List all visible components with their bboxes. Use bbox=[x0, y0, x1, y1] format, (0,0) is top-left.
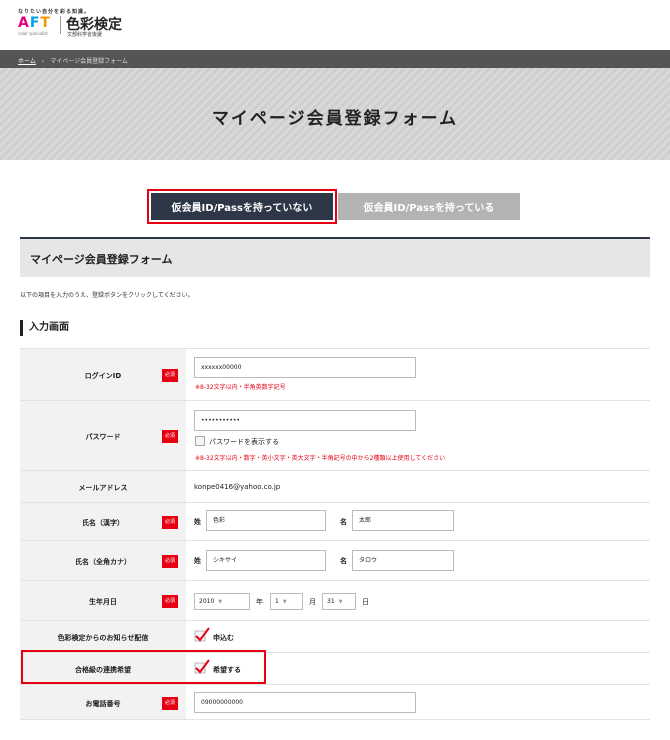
logo-ministry: 文部科学省後援 bbox=[67, 32, 103, 38]
birth-month-select[interactable]: 1 ▼ bbox=[270, 593, 303, 610]
form-intro-text: 以下の項目を入力のうえ、登録ボタンをクリックしてください。 bbox=[20, 292, 194, 299]
hero-banner: マイページ会員登録フォーム bbox=[0, 68, 670, 160]
logo-divider bbox=[60, 16, 61, 34]
birthday-row: 生年月日 必須 2010 ▼ 年 1 ▼ 月 31 ▼ 日 bbox=[20, 580, 650, 620]
newsletter-checkbox-check-icon[interactable] bbox=[194, 627, 210, 643]
sei-label: 姓 bbox=[194, 518, 201, 526]
year-unit: 年 bbox=[256, 598, 263, 606]
phone-row: お電話番号 必須 09000000000 bbox=[20, 684, 650, 720]
form-title: マイページ会員登録フォーム bbox=[20, 239, 650, 277]
site-header: なりたい自分を彩る知識。 AFT color specialist 色彩検定 文… bbox=[0, 0, 670, 50]
cooperation-label: 合格級の連携希望 bbox=[75, 666, 131, 674]
required-badge: 必須 bbox=[162, 369, 178, 382]
required-badge: 必須 bbox=[162, 697, 178, 710]
breadcrumb-current: マイページ会員登録フォーム bbox=[50, 58, 128, 65]
day-unit: 日 bbox=[362, 598, 369, 606]
has-temp-pass-button[interactable]: 仮会員ID/Passを持っている bbox=[338, 193, 520, 220]
cooperation-row: 合格級の連携希望 希望する bbox=[20, 652, 650, 684]
show-password-checkbox[interactable] bbox=[195, 436, 205, 446]
section-title: 入力画面 bbox=[20, 320, 69, 336]
required-badge: 必須 bbox=[162, 516, 178, 529]
email-value: konpe0416@yahoo.co.jp bbox=[194, 483, 281, 491]
password-input[interactable]: ••••••••••• bbox=[194, 410, 416, 431]
login-id-input[interactable]: xxxxxx00000 bbox=[194, 357, 416, 378]
mei-kana-input[interactable]: タロウ bbox=[352, 550, 454, 571]
email-label: メールアドレス bbox=[78, 484, 128, 492]
required-badge: 必須 bbox=[162, 555, 178, 568]
page-title: マイページ会員登録フォーム bbox=[211, 109, 459, 129]
mei-kanji-input[interactable]: 太郎 bbox=[352, 510, 454, 531]
required-badge: 必須 bbox=[162, 595, 178, 608]
breadcrumb: ホーム › マイページ会員登録フォーム bbox=[0, 50, 670, 68]
required-badge: 必須 bbox=[162, 430, 178, 443]
newsletter-label: 色彩検定からのお知らせ配信 bbox=[57, 634, 149, 642]
name-kana-row: 氏名（全角カナ） 必須 姓 シキサイ 名 タロウ bbox=[20, 540, 650, 580]
chevron-down-icon: ▼ bbox=[282, 599, 287, 605]
login-id-hint: ※8-32文字以内・半角英数字記号 bbox=[195, 384, 286, 391]
chevron-down-icon: ▼ bbox=[338, 599, 343, 605]
breadcrumb-separator: › bbox=[41, 58, 45, 65]
login-id-row: ログインID 必須 xxxxxx00000 ※8-32文字以内・半角英数字記号 bbox=[20, 348, 650, 400]
sei-kanji-input[interactable]: 色彩 bbox=[206, 510, 326, 531]
name-kanji-row: 氏名（漢字） 必須 姓 色彩 名 太郎 bbox=[20, 502, 650, 540]
mei-label: 名 bbox=[340, 557, 347, 565]
password-hint: ※8-32文字以内・数字・英小文字・英大文字・半角記号の中から2種類以上使用して… bbox=[195, 455, 446, 462]
newsletter-option-label[interactable]: 申込む bbox=[213, 633, 234, 643]
aft-logo[interactable]: AFT bbox=[18, 15, 51, 31]
no-temp-pass-button[interactable]: 仮会員ID/Passを持っていない bbox=[151, 193, 333, 220]
cooperation-checkbox-check-icon[interactable] bbox=[194, 659, 210, 675]
show-password-label[interactable]: パスワードを表示する bbox=[209, 437, 279, 447]
mei-label: 名 bbox=[340, 518, 347, 526]
email-row: メールアドレス konpe0416@yahoo.co.jp bbox=[20, 470, 650, 502]
month-unit: 月 bbox=[309, 598, 316, 606]
cooperation-option-label[interactable]: 希望する bbox=[213, 665, 241, 675]
birth-day-select[interactable]: 31 ▼ bbox=[322, 593, 356, 610]
phone-input[interactable]: 09000000000 bbox=[194, 692, 416, 713]
chevron-down-icon: ▼ bbox=[218, 599, 223, 605]
password-row: パスワード 必須 ••••••••••• パスワードを表示する ※8-32文字以… bbox=[20, 400, 650, 470]
birth-year-select[interactable]: 2010 ▼ bbox=[194, 593, 250, 610]
logo-subtitle: color specialist bbox=[18, 31, 48, 36]
newsletter-row: 色彩検定からのお知らせ配信 申込む bbox=[20, 620, 650, 652]
sei-label: 姓 bbox=[194, 557, 201, 565]
breadcrumb-home-link[interactable]: ホーム bbox=[18, 58, 36, 65]
sei-kana-input[interactable]: シキサイ bbox=[206, 550, 326, 571]
